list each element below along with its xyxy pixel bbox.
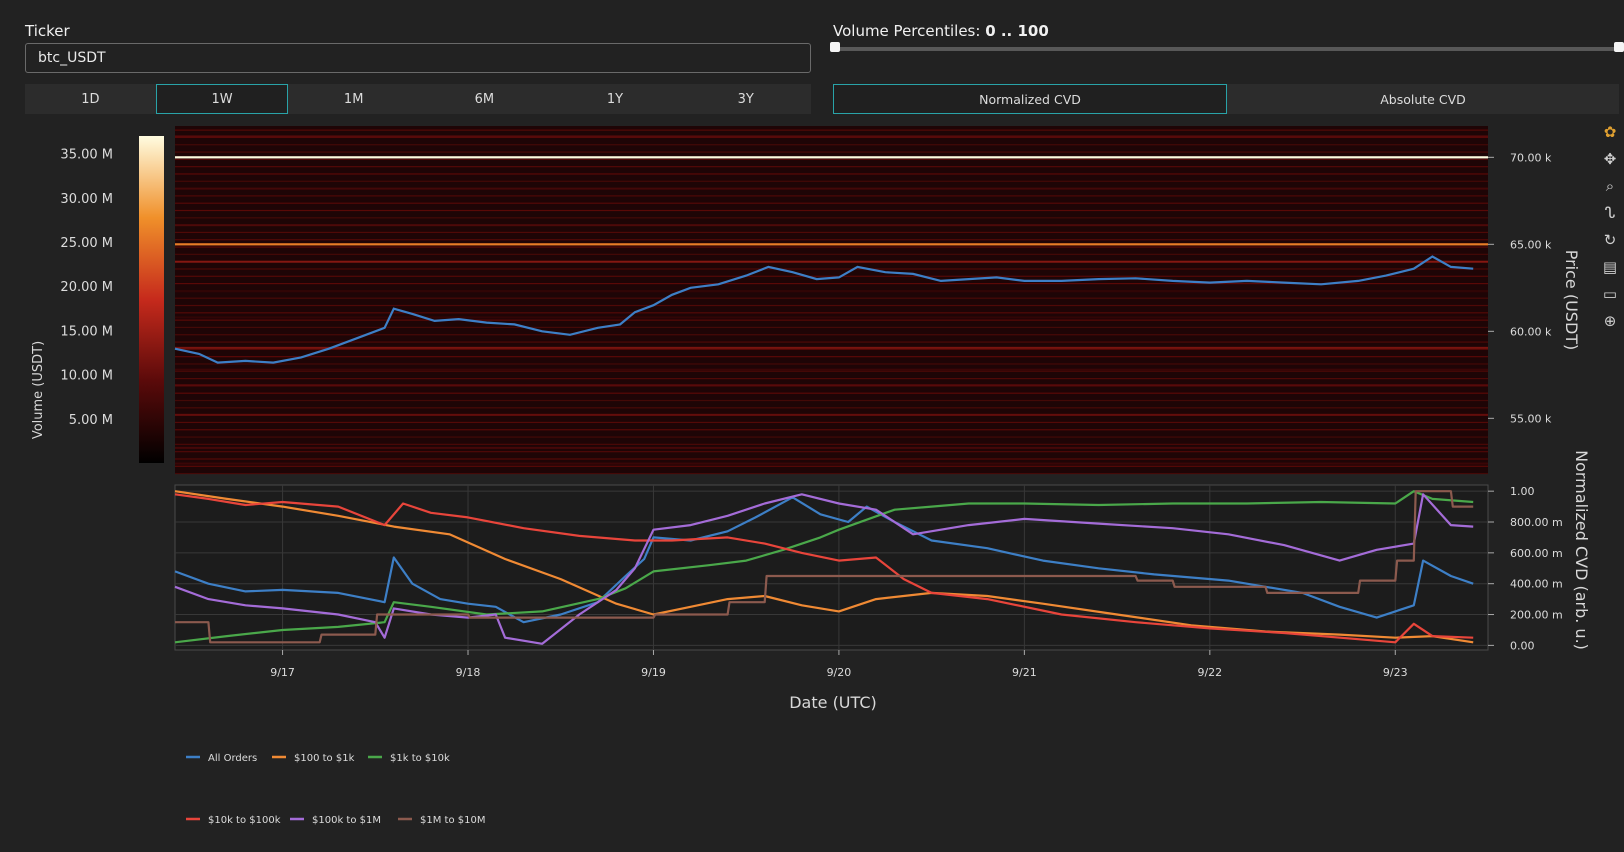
price-axis-title: Price (USDT) <box>1562 250 1581 351</box>
heatmap-row <box>175 458 1488 460</box>
heatmap-row <box>175 144 1488 146</box>
heatmap-plot[interactable]: 55.00 k 60.00 k 65.00 k 70.00 k <box>174 126 1552 475</box>
cvd-tick-label: 800.00 m <box>1510 516 1563 529</box>
heatmap-row <box>175 158 1488 160</box>
colorbar-tick-label: 15.00 M <box>60 324 113 339</box>
heatmap-row <box>175 195 1488 197</box>
heat-level-66100 <box>175 224 1488 227</box>
heatmap-row <box>175 275 1488 277</box>
cvd-tick-label: 600.00 m <box>1510 547 1563 560</box>
colorbar-tick-label: 30.00 M <box>60 192 113 207</box>
heatmap-row <box>175 253 1488 255</box>
colorbar-title: Volume (USDT) <box>31 341 46 439</box>
x-tick-label: 9/17 <box>270 666 295 679</box>
heatmap-row <box>175 231 1488 234</box>
heatmap-row <box>175 407 1488 409</box>
price-tick-label: 55.00 k <box>1510 412 1552 425</box>
heat-level-71200 <box>175 135 1488 138</box>
heat-level-55200 <box>175 413 1488 416</box>
heatmap-row <box>175 209 1488 212</box>
cvd-plot[interactable]: 0.00 200.00 m 400.00 m 600.00 m 800.00 m 1.00… <box>174 484 1563 679</box>
heatmap-row <box>175 304 1488 307</box>
chart-canvas: 55.00 k 60.00 k 65.00 k 70.00 k 5.00 M 10.00… <box>31 126 1591 826</box>
cvd-background <box>174 484 1489 651</box>
heatmap-row <box>175 377 1488 380</box>
heatmap-row <box>175 436 1488 438</box>
heatmap-row <box>175 166 1488 168</box>
heatmap-row <box>175 246 1488 248</box>
cvd-tick-label: 0.00 <box>1510 639 1535 652</box>
heat-level-68200 <box>175 187 1488 190</box>
heatmap-row <box>175 429 1488 431</box>
heatmap-row <box>175 341 1488 343</box>
heatmap-row <box>175 392 1488 394</box>
heatmap-row <box>175 473 1488 475</box>
heatmap-row <box>175 451 1488 453</box>
colorbar-tick-label: 25.00 M <box>60 236 113 251</box>
heatmap-row <box>175 239 1488 241</box>
x-tick-label: 9/21 <box>1012 666 1037 679</box>
colorbar-gradient <box>139 136 164 463</box>
heat-level-59050 <box>175 346 1488 349</box>
legend: All Orders $100 to $1k $1k to $10k $10k to … <box>186 753 485 826</box>
cvd-tick-label: 1.00 <box>1510 485 1535 498</box>
colorbar-tick-label: 5.00 M <box>69 413 113 428</box>
x-tick-label: 9/18 <box>456 666 481 679</box>
heatmap-row <box>175 465 1488 467</box>
heatmap-row <box>175 217 1488 219</box>
heatmap-row <box>175 129 1488 131</box>
cvd-tick-label: 200.00 m <box>1510 609 1563 622</box>
legend-label-1: $100 to $1k <box>294 753 355 764</box>
heatmap-row <box>175 268 1488 270</box>
legend-label-3: $10k to $100k <box>208 815 281 826</box>
x-axis-title: Date (UTC) <box>789 693 877 712</box>
cvd-axis-title: Normalized CVD (arb. u.) <box>1572 450 1591 650</box>
price-tick-label: 65.00 k <box>1510 238 1552 251</box>
heatmap-row <box>175 202 1488 204</box>
legend-label-4: $100k to $1M <box>312 815 381 826</box>
x-tick-label: 9/19 <box>641 666 666 679</box>
heat-level-60800 <box>175 316 1488 319</box>
colorbar-tick-label: 10.00 M <box>60 369 113 384</box>
heat-level-65000 <box>175 243 1488 246</box>
heatmap-row <box>175 370 1488 372</box>
legend-label-5: $1M to $10M <box>420 815 485 826</box>
heatmap-row <box>175 399 1488 402</box>
heatmap-row <box>175 297 1488 299</box>
heatmap-row <box>175 348 1488 350</box>
legend-label-2: $1k to $10k <box>390 753 450 764</box>
heatmap-row <box>175 151 1488 153</box>
heat-level-70000 <box>175 156 1488 159</box>
x-tick-label: 9/22 <box>1197 666 1222 679</box>
x-tick-label: 9/20 <box>827 666 852 679</box>
heatmap-row <box>175 334 1488 336</box>
heatmap-row <box>175 312 1488 314</box>
colorbar-tick-label: 35.00 M <box>60 148 113 163</box>
heatmap-row <box>175 356 1488 358</box>
heat-level-64000 <box>175 260 1488 263</box>
heatmap-row <box>175 180 1488 182</box>
price-tick-label: 70.00 k <box>1510 151 1552 164</box>
heat-level-56900 <box>175 384 1488 387</box>
heatmap-row <box>175 443 1488 445</box>
heat-level-62300 <box>175 290 1488 293</box>
heat-level-52400 <box>175 462 1488 465</box>
heatmap-row <box>175 421 1488 424</box>
legend-label-0: All Orders <box>208 753 257 764</box>
cvd-tick-label: 400.00 m <box>1510 578 1563 591</box>
x-tick-label: 9/23 <box>1383 666 1408 679</box>
heatmap-background <box>175 126 1488 474</box>
heatmap-row <box>175 326 1488 329</box>
heat-level-53300 <box>175 446 1488 449</box>
colorbar-tick-label: 20.00 M <box>60 280 113 295</box>
heatmap-row <box>175 319 1488 321</box>
heatmap-row <box>175 363 1488 365</box>
price-tick-label: 60.00 k <box>1510 325 1552 338</box>
heat-level-57800 <box>175 368 1488 371</box>
colorbar: 5.00 M 10.00 M 15.00 M 20.00 M 25.00 M 30.00 … <box>60 136 164 463</box>
heatmap-row <box>175 173 1488 175</box>
